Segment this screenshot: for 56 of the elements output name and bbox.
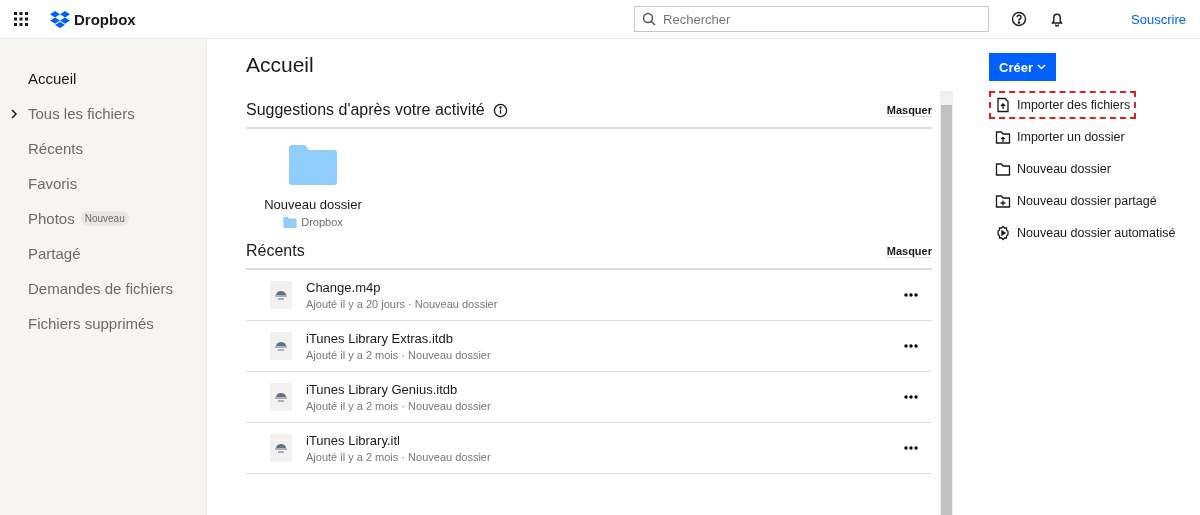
chevron-down-icon [1036,64,1046,70]
chevron-right-icon[interactable] [10,108,18,119]
file-meta: Ajouté il y a 2 mois · Nouveau dossier [306,451,492,463]
action-item[interactable]: Nouveau dossier [1017,162,1111,176]
more-icon [904,344,918,348]
folder-icon [283,216,298,228]
page-title: Accueil [246,53,315,77]
folder-icon [289,145,337,185]
section-title: Récents [246,242,305,260]
sidebar-item[interactable]: Accueil [28,70,77,87]
file-meta: Ajouté il y a 2 mois · Nouveau dossier [306,349,492,361]
file-meta: Ajouté il y a 2 mois · Nouveau dossier [306,400,492,412]
file-icon [270,434,292,462]
gear-icon [995,225,1011,241]
folder-plus-icon [995,193,1011,209]
file-icon [270,281,292,309]
subscribe-link[interactable]: Souscrire [1131,11,1186,27]
app-grid-icon[interactable] [14,12,28,26]
file-upload-icon [995,97,1011,113]
file-name[interactable]: Change.m4p [306,280,904,295]
sidebar-item[interactable]: Partagé [28,245,81,262]
create-button[interactable]: Créer [989,53,1056,81]
folder-name[interactable]: Nouveau dossier [264,197,362,212]
file-icon [270,332,292,360]
file-name[interactable]: iTunes Library Extras.itdb [306,331,904,346]
sidebar-item[interactable]: Tous les fichiers [28,105,135,122]
sidebar-item[interactable]: Fichiers supprimés [28,315,154,332]
search-field[interactable]: Rechercher [634,6,990,32]
help-icon[interactable] [1011,11,1028,27]
more-icon [904,293,918,297]
sidebar-item[interactable]: Demandes de fichiers [28,280,174,297]
file-name[interactable]: iTunes Library.itl [306,433,904,448]
hide-link[interactable]: Masquer [886,244,932,258]
file-name[interactable]: iTunes Library Genius.itdb [306,382,904,397]
sidebar-item[interactable]: Récents [28,140,84,157]
info-icon[interactable] [492,102,508,118]
scrollbar[interactable] [940,91,953,515]
sidebar-item[interactable]: Photos [28,210,75,227]
brand-name: Dropbox [74,10,136,28]
more-icon [904,395,918,399]
new-badge: Nouveau [80,211,129,226]
folder-icon [995,161,1011,177]
folder-location: Dropbox [301,216,343,228]
action-item[interactable]: Importer un dossier [1017,130,1125,144]
logo-icon [50,10,70,28]
bell-icon[interactable] [1049,11,1066,27]
action-item[interactable]: Nouveau dossier partagé [1017,194,1157,208]
file-meta: Ajouté il y a 20 jours · Nouveau dossier [306,298,499,310]
file-icon [270,383,292,411]
search-icon [642,12,657,26]
folder-upload-icon [995,129,1011,145]
more-icon [904,446,918,450]
sidebar-item[interactable]: Favoris [28,175,78,192]
hide-link[interactable]: Masquer [886,103,932,117]
action-item[interactable]: Nouveau dossier automatisé [1017,226,1176,240]
section-title: Suggestions d'après votre activité [246,101,485,119]
